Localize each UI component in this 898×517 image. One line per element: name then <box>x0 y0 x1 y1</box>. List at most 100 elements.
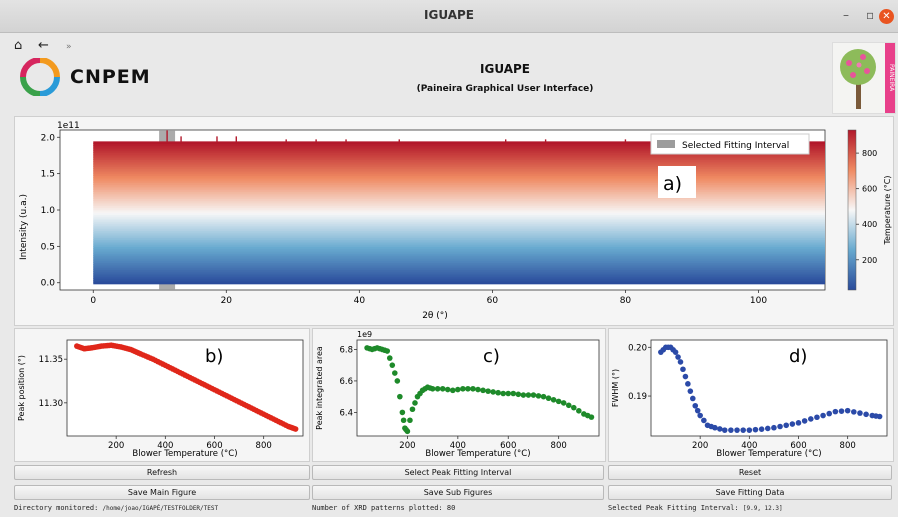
data-point <box>576 408 582 414</box>
y-tick-label: 2.0 <box>41 133 56 143</box>
data-point <box>588 414 595 420</box>
data-point <box>535 393 542 399</box>
window-title: IGUAPE <box>424 8 474 22</box>
data-point <box>480 387 486 394</box>
data-point <box>746 427 753 433</box>
data-point <box>876 413 883 420</box>
data-point <box>721 427 728 433</box>
data-point <box>525 392 532 398</box>
subplot-b[interactable]: 200 400 600 80011.3011.35Blower Temperature… <box>15 329 309 461</box>
main-xlabel: 2θ (°) <box>422 311 448 321</box>
tree-icon <box>840 49 876 109</box>
home-icon[interactable]: ⌂ <box>14 38 22 53</box>
legend-label: Selected Fitting Interval <box>682 141 789 151</box>
data-point <box>550 397 557 403</box>
maximize-icon[interactable]: ▫ <box>866 8 874 22</box>
subplot-c[interactable]: 200 400 600 8006.46.66.8Blower Temperature … <box>313 329 605 461</box>
more-icon[interactable]: » <box>66 42 72 52</box>
y-tick-label: 6.6 <box>339 377 353 387</box>
colorbar-tick-label: 600 <box>862 185 877 194</box>
main-offset-text: 1e11 <box>57 121 80 131</box>
data-point <box>555 398 562 405</box>
data-point <box>680 366 686 373</box>
data-point <box>826 410 833 417</box>
x-tick-label: 200 <box>108 441 124 451</box>
y-tick-label: 1.5 <box>41 170 55 180</box>
status-directory: Directory monitored: /home/joao/IGAPÉ/TE… <box>14 504 219 512</box>
subplot-c-panel: 200 400 600 800 6.4 6.6 6.8 Blower Temperature … <box>312 328 606 462</box>
subplot-xlabel: Blower Temperature (°C) <box>716 449 821 459</box>
data-point <box>490 389 496 395</box>
data-point <box>386 355 393 361</box>
data-point <box>400 417 407 424</box>
paineira-logo: PAINEIRA <box>832 42 896 114</box>
x-tick-label: 800 <box>551 441 567 451</box>
y-tick-label: 1.0 <box>41 206 56 216</box>
data-point <box>771 424 777 431</box>
data-point <box>694 407 701 414</box>
main-ylabel: Intensity (u.a.) <box>19 194 29 260</box>
data-point <box>712 424 718 431</box>
panel-label: d) <box>789 346 807 367</box>
data-point <box>701 417 707 424</box>
y-tick-label: 11.30 <box>39 399 63 409</box>
data-point <box>697 412 703 419</box>
data-point <box>789 421 796 427</box>
data-point <box>783 422 790 429</box>
y-tick-label: 6.8 <box>339 345 353 355</box>
save-main-figure-button[interactable]: Save Main Figure <box>14 485 310 500</box>
y-tick-label: 0.5 <box>41 242 55 252</box>
brand-name: CNPEM <box>70 66 151 88</box>
x-tick-label: 40 <box>354 296 366 306</box>
x-tick-label: 20 <box>221 296 233 306</box>
page-subtitle: (Paineira Graphical User Interface) <box>416 84 594 94</box>
data-point <box>801 418 808 424</box>
data-point <box>520 392 527 398</box>
data-point <box>475 386 481 393</box>
subplot-xlabel: Blower Temperature (°C) <box>425 449 530 459</box>
subplot-d[interactable]: 200 400 600 8000.190.20Blower Temperature (… <box>609 329 893 461</box>
directory-path: /home/joao/IGAPÉ/TESTFOLDER/TEST <box>102 505 219 512</box>
data-point <box>752 426 759 433</box>
fitting-interval-value: [9.9, 12.3] <box>742 505 783 512</box>
close-icon[interactable]: ✕ <box>879 9 894 24</box>
data-point <box>460 385 466 392</box>
data-point <box>734 427 740 433</box>
data-point <box>455 386 461 393</box>
subplot-area <box>650 339 888 437</box>
subplot-area <box>66 339 304 437</box>
reset-button[interactable]: Reset <box>608 465 892 480</box>
data-point <box>409 406 416 413</box>
svg-text:a): a) <box>663 173 682 195</box>
back-arrow-icon[interactable]: ← <box>38 38 49 53</box>
data-point <box>820 412 826 419</box>
data-point <box>728 427 734 433</box>
data-point <box>687 388 694 394</box>
data-point <box>807 416 814 422</box>
data-point <box>795 420 802 426</box>
status-pattern-count: Number of XRD patterns plotted: 80 <box>312 504 456 512</box>
x-tick-label: 80 <box>620 296 632 306</box>
x-tick-label: 200 <box>399 441 415 451</box>
data-point <box>434 385 441 392</box>
save-fitting-data-button[interactable]: Save Fitting Data <box>608 485 892 500</box>
main-plot[interactable]: 0 20 40 60 80 100 0.0 0.5 1.0 1.5 2.0 1e11 Intensi… <box>15 117 893 325</box>
y-tick-label: 11.35 <box>39 355 63 365</box>
colorbar-tick-label: 800 <box>862 149 877 158</box>
subplot-d-panel: 200 400 600 800 0.19 0.20 Blower Temperature (… <box>608 328 894 462</box>
y-tick-label: 0.20 <box>628 343 647 353</box>
main-plot-panel: 0 20 40 60 80 100 0.0 0.5 1.0 1.5 2.0 1e11 Intensi… <box>14 116 894 326</box>
select-peak-fitting-interval-button[interactable]: Select Peak Fitting Interval <box>312 465 604 480</box>
data-point <box>485 388 491 394</box>
subplot-xlabel: Blower Temperature (°C) <box>132 449 237 459</box>
minimize-icon[interactable]: – <box>843 8 849 22</box>
panel-label: c) <box>483 346 500 367</box>
data-point <box>444 386 451 393</box>
refresh-button[interactable]: Refresh <box>14 465 310 480</box>
save-sub-figures-button[interactable]: Save Sub Figures <box>312 485 604 500</box>
page-title: IGUAPE <box>480 62 530 76</box>
data-point <box>500 390 507 397</box>
data-point <box>439 385 446 392</box>
data-point <box>675 354 681 360</box>
x-tick-label: 100 <box>750 296 767 306</box>
